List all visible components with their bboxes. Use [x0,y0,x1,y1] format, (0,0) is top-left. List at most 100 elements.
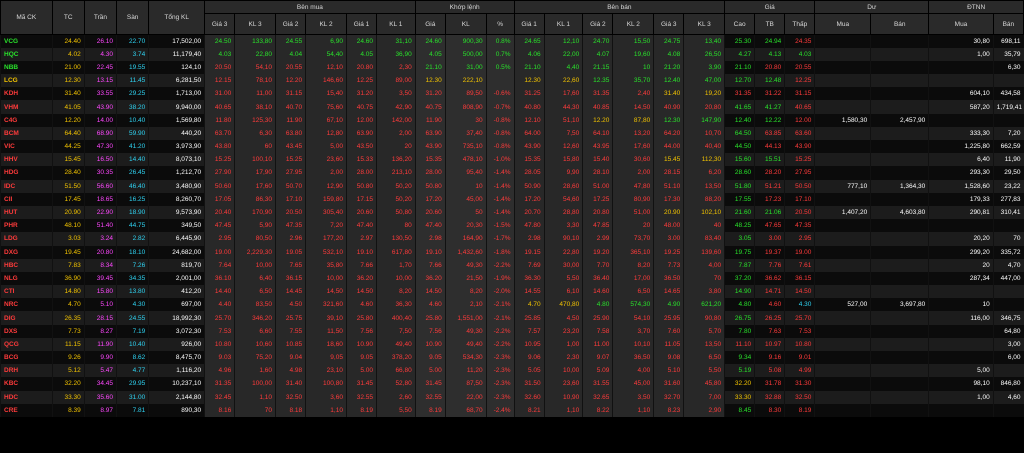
buy-cell[interactable]: 25.70 [204,311,235,325]
symbol-cell[interactable]: QCG [0,337,53,351]
col-sell-4[interactable]: KL 2 [612,13,655,35]
buy-cell[interactable]: 32.55 [345,390,377,404]
sell-cell[interactable]: 2.98 [513,232,545,246]
buy-cell[interactable]: 36.15 [275,271,306,286]
sell-cell[interactable]: 45,80 [683,377,725,391]
sell-cell[interactable]: 4,00 [612,364,654,378]
sell-cell[interactable]: 32.60 [513,390,545,404]
buy-cell[interactable]: 4.03 [204,47,235,61]
buy-cell[interactable]: 532,10 [305,245,347,259]
sell-cell[interactable]: 64.20 [653,126,684,140]
sell-cell[interactable]: 2,30 [543,351,583,365]
sell-cell[interactable]: 64.10 [582,126,613,140]
sell-cell[interactable]: 10,70 [683,126,725,140]
sell-cell[interactable]: 20.90 [653,205,684,220]
buy-cell[interactable]: 2,229,30 [234,245,276,259]
buy-cell[interactable]: 42,90 [376,100,416,114]
buy-cell[interactable]: 4.96 [204,364,235,378]
sell-cell[interactable]: 3,70 [612,324,654,338]
sell-cell[interactable]: 31.35 [582,87,613,101]
table-row[interactable]: DRH 5.12 5.47 4.77 1,116,20 4.96 1,60 4.98 23,10… [0,364,1024,378]
sell-cell[interactable]: 20,80 [683,100,725,114]
sell-cell[interactable]: 7.57 [513,324,545,338]
col-ref[interactable]: TC [51,0,85,35]
buy-cell[interactable]: 321,60 [305,298,347,312]
buy-cell[interactable]: 1,10 [234,390,276,404]
buy-cell[interactable]: 12.25 [345,74,377,88]
col-match-1[interactable]: Giá [414,13,446,35]
sell-cell[interactable]: 44.00 [653,140,684,154]
buy-cell[interactable]: 14.45 [275,285,306,299]
sell-cell[interactable]: 10,10 [612,337,654,351]
sell-cell[interactable]: 31.60 [653,377,684,391]
sell-cell[interactable]: 12.40 [653,74,684,88]
buy-cell[interactable]: 1,60 [234,364,276,378]
buy-cell[interactable]: 19.05 [275,245,306,259]
symbol-cell[interactable]: HHV [0,153,53,167]
sell-cell[interactable]: 90,80 [683,311,725,325]
sell-cell[interactable]: 19.15 [513,245,545,259]
col-sell-2[interactable]: KL 1 [543,13,584,35]
sell-cell[interactable]: 20 [612,219,654,233]
buy-cell[interactable]: 17,60 [234,179,276,193]
sell-cell[interactable]: 40,40 [683,140,725,154]
buy-cell[interactable]: 15.25 [204,153,235,167]
buy-cell[interactable]: 20.80 [345,60,377,75]
sell-cell[interactable]: 15,50 [612,34,654,48]
sell-cell[interactable]: 10.95 [513,337,545,351]
sell-cell[interactable]: 32.65 [582,390,613,404]
sell-cell[interactable]: 7,50 [543,126,583,140]
buy-cell[interactable]: 17.10 [275,192,306,206]
buy-cell[interactable]: 15,40 [305,87,347,101]
buy-cell[interactable]: 47.35 [275,219,306,233]
col-price-3[interactable]: Thấp [784,13,816,35]
buy-cell[interactable]: 24.60 [345,34,377,48]
col-symbol[interactable]: Mã CK [0,0,53,35]
buy-cell[interactable]: 20.40 [204,205,235,220]
sell-cell[interactable]: 19.20 [582,245,613,259]
buy-cell[interactable]: 7.64 [204,258,235,272]
sell-cell[interactable]: 47.85 [582,219,613,233]
table-row[interactable]: BCG 9.26 9.90 8.62 8,475,70 9.03 75,20 9.04 9,05… [0,351,1024,365]
buy-cell[interactable]: 130,50 [376,232,416,246]
buy-cell[interactable]: 7.65 [275,258,306,272]
buy-cell[interactable]: 2,30 [376,60,416,75]
col-surplus-2[interactable]: Bán [870,13,930,35]
table-row[interactable]: QCG 11.15 11.90 10.40 926,00 10.80 10,60 10.85 1… [0,337,1024,351]
buy-cell[interactable]: 12.20 [275,74,306,88]
table-row[interactable]: CTI 14.80 15.80 13.80 412,20 14.40 6,50 14.45 14… [0,285,1024,299]
sell-cell[interactable]: 25.90 [582,311,613,325]
sell-cell[interactable]: 51,00 [612,205,654,220]
buy-cell[interactable]: 14,50 [305,285,347,299]
col-surplus-1[interactable]: Mua [814,13,872,35]
sell-cell[interactable]: 7.70 [582,258,613,272]
table-row[interactable]: IDC 51.50 56.60 46.40 3,480,90 50.60 17,60 50.7… [0,179,1024,193]
buy-cell[interactable]: 5,50 [376,403,416,417]
buy-cell[interactable]: 7,50 [376,324,416,338]
symbol-cell[interactable]: HDC [0,390,53,404]
buy-cell[interactable]: 4.04 [275,47,306,61]
col-buy-4[interactable]: KL 2 [305,13,347,35]
sell-cell[interactable]: 7.69 [513,258,545,272]
sell-cell[interactable]: 365,10 [612,245,654,259]
buy-cell[interactable]: 75,20 [234,351,276,365]
symbol-cell[interactable]: HDG [0,166,53,180]
sell-cell[interactable]: 13,40 [683,34,725,48]
buy-cell[interactable]: 9.05 [345,351,377,365]
buy-cell[interactable]: 27.90 [204,166,235,180]
sell-cell[interactable]: 12,60 [543,140,583,154]
sell-cell[interactable]: 47,80 [612,179,654,193]
buy-cell[interactable]: 52,80 [376,377,416,391]
buy-cell[interactable]: 27.95 [275,166,306,180]
sell-cell[interactable]: 102,10 [683,205,725,220]
buy-cell[interactable]: 54,40 [305,47,347,61]
sell-cell[interactable]: 4.07 [582,47,613,61]
buy-cell[interactable]: 6,50 [234,285,276,299]
table-row[interactable]: BCM 64.40 68.90 59.90 440,20 63.70 6,30 63.80 12… [0,126,1024,140]
col-match-2[interactable]: KL [444,13,487,35]
sell-cell[interactable]: 470,80 [543,298,583,312]
buy-cell[interactable]: 36,90 [376,47,416,61]
sell-cell[interactable]: 44,30 [543,100,583,114]
sell-cell[interactable]: 3.00 [653,232,684,246]
sell-cell[interactable]: 12,10 [543,34,583,48]
